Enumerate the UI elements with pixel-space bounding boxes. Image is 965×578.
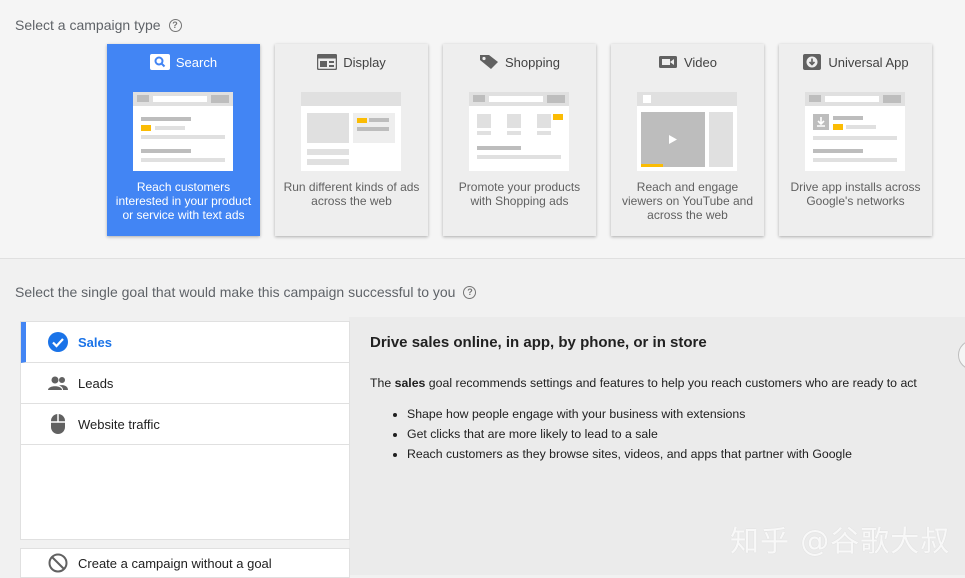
- goal-detail-intro: The sales goal recommends settings and f…: [370, 376, 917, 390]
- campaign-type-card-video[interactable]: Video Reach and engage viewers on YouTub…: [611, 44, 764, 236]
- campaign-type-card-universal-app[interactable]: Universal App Drive app installs across …: [779, 44, 932, 236]
- search-ad-illustration: [133, 92, 233, 171]
- mouse-icon: [47, 413, 69, 435]
- goal-detail-title: Drive sales online, in app, by phone, or…: [370, 334, 707, 351]
- people-icon: [47, 372, 69, 394]
- search-icon: [149, 54, 170, 70]
- campaign-type-section: Select a campaign type ? Search Reach cu…: [0, 0, 965, 258]
- shopping-ad-illustration: [469, 92, 569, 171]
- section-divider: [0, 258, 965, 259]
- watermark: 知乎 @谷歌大叔: [730, 524, 951, 558]
- card-title: Universal App: [828, 54, 909, 70]
- campaign-type-heading: Select a campaign type ?: [15, 17, 182, 33]
- campaign-type-card-shopping[interactable]: Shopping Promote your products with Shop…: [443, 44, 596, 236]
- card-description: Promote your products with Shopping ads: [458, 180, 581, 208]
- list-item: Get clicks that are more likely to lead …: [407, 426, 852, 446]
- no-goal-option[interactable]: Create a campaign without a goal: [20, 548, 350, 578]
- goal-heading: Select the single goal that would make t…: [15, 284, 477, 300]
- goal-item-sales[interactable]: Sales: [21, 322, 349, 363]
- display-icon: [316, 53, 338, 71]
- video-camera-icon: [658, 54, 678, 70]
- campaign-type-card-display[interactable]: Display Run different kinds of ads acros…: [275, 44, 428, 236]
- campaign-type-card-search[interactable]: Search Reach customers interested in you…: [107, 44, 260, 236]
- card-title: Display: [343, 54, 386, 70]
- card-description: Reach and engage viewers on YouTube and …: [622, 180, 753, 222]
- check-circle-icon: [47, 331, 69, 353]
- help-circle-icon[interactable]: ?: [168, 18, 182, 32]
- card-title: Search: [175, 54, 218, 70]
- display-ad-illustration: [301, 92, 401, 171]
- app-download-icon: [802, 54, 822, 70]
- goal-item-leads[interactable]: Leads: [21, 363, 349, 404]
- goal-item-website-traffic[interactable]: Website traffic: [21, 404, 349, 445]
- card-title: Shopping: [505, 54, 560, 70]
- block-icon: [47, 552, 69, 574]
- list-item: Reach customers as they browse sites, vi…: [407, 446, 852, 466]
- help-circle-icon[interactable]: ?: [463, 285, 477, 299]
- list-item: Shape how people engage with your busine…: [407, 406, 852, 426]
- video-ad-illustration: [637, 92, 737, 171]
- card-description: Reach customers interested in your produ…: [115, 180, 252, 222]
- card-title: Video: [683, 54, 717, 70]
- app-ad-illustration: [805, 92, 905, 171]
- card-description: Run different kinds of ads across the we…: [283, 180, 420, 208]
- goal-list: Sales Leads Website traffic: [20, 321, 350, 540]
- goal-benefits-list: Shape how people engage with your busine…: [407, 406, 852, 466]
- card-description: Drive app installs across Google's netwo…: [790, 180, 921, 208]
- shopping-tag-icon: [479, 54, 499, 70]
